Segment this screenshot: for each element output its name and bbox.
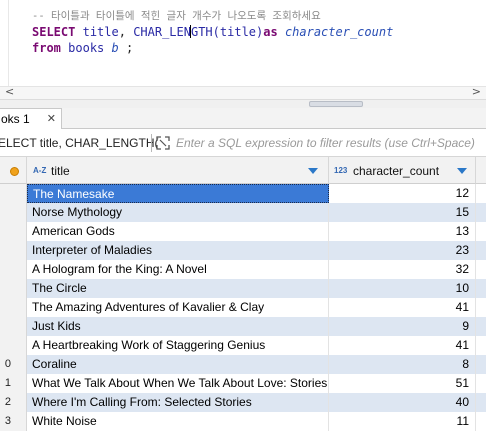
- cell-title[interactable]: American Gods: [27, 222, 329, 241]
- cell-title[interactable]: Interpreter of Maladies: [27, 241, 329, 260]
- func-name-part1: CHAR_LEN: [133, 25, 191, 39]
- cell-character-count[interactable]: 11: [329, 412, 476, 431]
- sql-select-line: SELECT title, CHAR_LENGTH(title)as chara…: [32, 25, 393, 40]
- cell-title[interactable]: Coraline: [27, 355, 329, 374]
- table-row[interactable]: A Hologram for the King: A Novel 32: [0, 260, 486, 279]
- table-row[interactable]: 2 Where I'm Calling From: Selected Stori…: [0, 393, 486, 412]
- cell-character-count[interactable]: 41: [329, 298, 476, 317]
- sort-arrow-icon[interactable]: [457, 168, 467, 174]
- number-type-icon: 123: [334, 166, 348, 175]
- cell-title[interactable]: The Namesake: [27, 184, 329, 203]
- table-alias: b: [111, 41, 119, 55]
- row-number: [0, 317, 27, 336]
- cell-title[interactable]: A Heartbreaking Work of Staggering Geniu…: [27, 336, 329, 355]
- cell-character-count[interactable]: 10: [329, 279, 476, 298]
- cell-character-count[interactable]: 51: [329, 374, 476, 393]
- editor-horizontal-scrollbar[interactable]: < >: [0, 85, 486, 99]
- row-number: 2: [0, 393, 27, 412]
- func-args: (title): [212, 25, 264, 39]
- header-filler: [476, 157, 486, 184]
- cell-title[interactable]: Norse Mythology: [27, 203, 329, 222]
- table-row[interactable]: A Heartbreaking Work of Staggering Geniu…: [0, 336, 486, 355]
- kw-from: from: [32, 41, 61, 55]
- filter-divider: [151, 134, 152, 152]
- cell-character-count[interactable]: 8: [329, 355, 476, 374]
- row-number: [0, 222, 27, 241]
- cell-character-count[interactable]: 13: [329, 222, 476, 241]
- cell-character-count[interactable]: 40: [329, 393, 476, 412]
- cell-title[interactable]: What We Talk About When We Talk About Lo…: [27, 374, 329, 393]
- rownum-header[interactable]: [0, 157, 27, 184]
- tab-label: oks 1: [1, 112, 30, 126]
- filter-query-label[interactable]: ELECT title, CHAR_LENGTH(: [0, 136, 158, 150]
- table-row[interactable]: American Gods 13: [0, 222, 486, 241]
- row-number: [0, 241, 27, 260]
- terminator: ;: [125, 41, 134, 55]
- row-number: [0, 184, 27, 203]
- cell-title[interactable]: White Noise: [27, 412, 329, 431]
- column-alias: character_count: [284, 25, 394, 39]
- filter-expression-input[interactable]: Enter a SQL expression to filter results…: [176, 136, 475, 150]
- cell-character-count[interactable]: 12: [329, 184, 476, 203]
- table-row[interactable]: The Circle 10: [0, 279, 486, 298]
- panel-resize-sash[interactable]: [0, 99, 486, 108]
- column-name-character-count: character_count: [353, 164, 440, 178]
- scroll-right-icon[interactable]: >: [472, 85, 481, 98]
- table-row[interactable]: Just Kids 9: [0, 317, 486, 336]
- cell-character-count[interactable]: 9: [329, 317, 476, 336]
- table-row[interactable]: The Namesake 12: [0, 184, 486, 203]
- func-name-part2: GTH: [190, 25, 213, 39]
- comma: ,: [118, 25, 126, 39]
- sql-comment-line: -- 타이틀과 타이틀에 적힌 글자 개수가 나오도록 조회하세요: [32, 10, 321, 22]
- scroll-left-icon[interactable]: <: [5, 85, 14, 98]
- table-name: books: [68, 41, 105, 55]
- cell-title[interactable]: The Circle: [27, 279, 329, 298]
- cell-title[interactable]: Where I'm Calling From: Selected Stories: [27, 393, 329, 412]
- cell-title[interactable]: The Amazing Adventures of Kavalier & Cla…: [27, 298, 329, 317]
- expand-icon[interactable]: [156, 136, 170, 150]
- results-tabbar: oks 1 ✕: [0, 108, 486, 130]
- row-number: [0, 260, 27, 279]
- table-row[interactable]: 1 What We Talk About When We Talk About …: [0, 374, 486, 393]
- column-name-title: title: [51, 164, 70, 178]
- editor-gutter: [8, 0, 9, 86]
- table-row[interactable]: Interpreter of Maladies 23: [0, 241, 486, 260]
- sash-grip-handle[interactable]: [309, 101, 363, 107]
- sql-from-line: from books b ;: [32, 41, 133, 56]
- kw-select: SELECT: [32, 25, 76, 39]
- row-number: [0, 279, 27, 298]
- cell-character-count[interactable]: 41: [329, 336, 476, 355]
- filter-bar: ELECT title, CHAR_LENGTH( Enter a SQL ex…: [0, 129, 486, 157]
- row-number: 3: [0, 412, 27, 431]
- result-grid[interactable]: A-Z title 123 character_count The Namesa…: [0, 157, 486, 435]
- cell-character-count[interactable]: 15: [329, 203, 476, 222]
- close-icon[interactable]: ✕: [47, 112, 56, 125]
- row-number: 0: [0, 355, 27, 374]
- table-row[interactable]: The Amazing Adventures of Kavalier & Cla…: [0, 298, 486, 317]
- column-header-title[interactable]: A-Z title: [27, 157, 329, 184]
- table-row[interactable]: 0 Coraline 8: [0, 355, 486, 374]
- cell-title[interactable]: A Hologram for the King: A Novel: [27, 260, 329, 279]
- table-row[interactable]: 3 White Noise 11: [0, 412, 486, 431]
- row-number: [0, 298, 27, 317]
- sql-editor[interactable]: -- 타이틀과 타이틀에 적힌 글자 개수가 나오도록 조회하세요 SELECT…: [0, 0, 486, 86]
- row-number: [0, 336, 27, 355]
- kw-as: as: [263, 25, 278, 39]
- text-type-icon: A-Z: [33, 166, 47, 175]
- cell-character-count[interactable]: 23: [329, 241, 476, 260]
- sort-arrow-icon[interactable]: [308, 168, 318, 174]
- tab-results-books-1[interactable]: oks 1 ✕: [0, 108, 62, 130]
- col-title: title: [82, 25, 119, 39]
- column-header-character-count[interactable]: 123 character_count: [329, 157, 476, 184]
- row-number: 1: [0, 374, 27, 393]
- row-marker-icon: [10, 167, 19, 176]
- row-number: [0, 203, 27, 222]
- cell-character-count[interactable]: 32: [329, 260, 476, 279]
- table-row[interactable]: Norse Mythology 15: [0, 203, 486, 222]
- cell-title[interactable]: Just Kids: [27, 317, 329, 336]
